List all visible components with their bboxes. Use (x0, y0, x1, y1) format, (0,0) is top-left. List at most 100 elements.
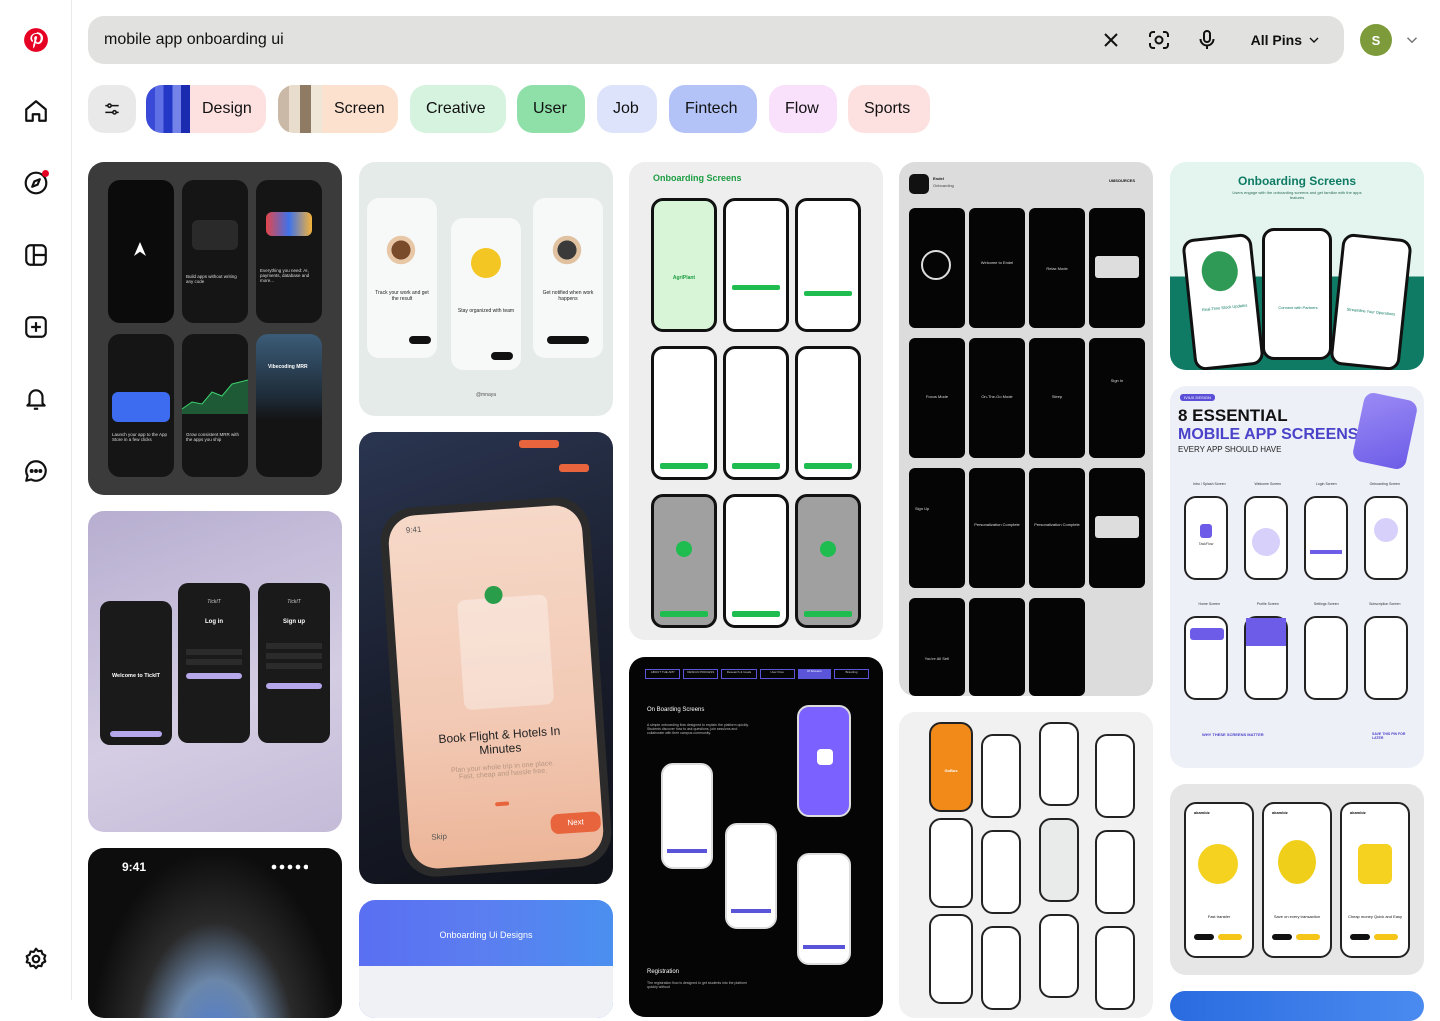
pin-phone-mock: 9:41 Book Flight & Hotels In Minutes Pla… (378, 495, 613, 879)
pin-text: UI8SOURCES (1109, 178, 1136, 183)
pin-text: AgriPlant (672, 275, 696, 281)
account-menu-chevron-icon[interactable] (1400, 28, 1424, 52)
pin-card[interactable]: GoBus (899, 712, 1153, 1018)
settings-icon[interactable] (12, 935, 60, 983)
pin-card[interactable]: Welcome to TickIT TickIT Log in TickIT S… (88, 511, 342, 832)
pin-text: TickIT (287, 599, 301, 605)
pin-text: Connect with Partners (1278, 305, 1318, 310)
pin-card[interactable]: Onboarding Ui Designs (359, 900, 613, 1018)
pin-text: Onboarding Screens (1237, 174, 1357, 188)
pin-text: EVERY APP SHOULD HAVE (1178, 445, 1282, 454)
pin-phone-mock (1184, 616, 1228, 700)
pin-text: UI Screens (797, 669, 831, 679)
chip-label: Sports (864, 100, 911, 117)
pin-text: Everything you need: AI, payments, datab… (260, 268, 310, 283)
pin-phone-mock: Relax Mode (1029, 208, 1085, 328)
pin-card[interactable]: 9:41 (88, 848, 342, 1018)
search-input[interactable] (88, 16, 1048, 64)
pin-type-dropdown[interactable]: All Pins (1231, 16, 1344, 64)
clear-search-icon[interactable] (1087, 16, 1135, 64)
explore-icon[interactable] (12, 159, 60, 207)
chip-label: Fintech (685, 100, 738, 117)
pin-phone-mock: TaskFlow (1184, 496, 1228, 580)
notifications-icon[interactable] (12, 375, 60, 423)
pin-phone-mock: Connect with Partners (1262, 228, 1332, 360)
pin-phone-mock (1095, 830, 1135, 914)
pin-phone-mock (651, 494, 717, 628)
pin-phone-mock (723, 494, 789, 628)
chip-design[interactable]: Design (146, 85, 266, 133)
pin-text: Focus Mode (925, 394, 948, 399)
chip-job[interactable]: Job (597, 85, 657, 133)
pin-phone-mock: Stay organized with team (451, 218, 521, 370)
pin-phone-mock: Launch your app to the App Store in a fe… (108, 334, 174, 477)
create-icon[interactable] (12, 303, 60, 351)
pin-text: DESIGN PROCESS (683, 669, 719, 679)
pin-card[interactable]: Endel Onboarding UI8SOURCES Welcome to E… (899, 162, 1153, 696)
pinterest-logo-icon[interactable] (12, 16, 60, 64)
pin-type-label: All Pins (1250, 32, 1302, 48)
pin-phone-mock (1095, 926, 1135, 1010)
pin-phone-mock: Get notified when work happens (533, 198, 603, 358)
chevron-down-icon (1309, 37, 1319, 43)
pin-text: Stay organized with team (457, 308, 515, 314)
pin-text: Users engage with the onboarding screens… (1232, 190, 1362, 200)
pin-phone-mock (723, 346, 789, 480)
chip-creative[interactable]: Creative (410, 85, 506, 133)
chip-label: Job (613, 100, 639, 117)
pin-phone-mock: Build apps without writing any code (182, 180, 248, 323)
pin-phone-mock: Personalization Complete (969, 468, 1025, 588)
pin-phone-mock (797, 853, 851, 965)
chip-sports[interactable]: Sports (848, 85, 930, 133)
pin-card[interactable]: Build apps without writing any code Ever… (88, 162, 342, 495)
sliders-icon (105, 103, 119, 115)
pin-text: 9:41 (122, 860, 147, 874)
boards-icon[interactable] (12, 231, 60, 279)
pin-text: Grow consistent MRR with the apps you sh… (186, 432, 240, 442)
filter-settings-button[interactable] (88, 85, 136, 133)
pin-card[interactable]: IVIUX DESIGN 8 ESSENTIAL MOBILE APP SCRE… (1170, 386, 1424, 768)
pin-phone-mock (795, 346, 861, 480)
pin-text: akambiz (1272, 810, 1288, 815)
pin-text: akambiz (1350, 810, 1366, 815)
pin-text: 9:41 (405, 524, 422, 535)
pin-text: Endel (933, 176, 944, 181)
pin-phone-mock: Focus Mode (909, 338, 965, 458)
pin-card[interactable]: Onboarding Screens AgriPlant (629, 162, 883, 640)
pin-text: 8 ESSENTIAL (1178, 406, 1288, 425)
pin-text: Welcome to TickIT (111, 673, 161, 679)
pin-card[interactable]: ABOUT THE APP DESIGN PROCESS Research & … (629, 657, 883, 1017)
pin-phone-mock: Sign Up (909, 468, 965, 588)
sidebar (0, 0, 72, 1000)
messages-icon[interactable] (12, 447, 60, 495)
pin-card[interactable]: Onboarding Screens Users engage with the… (1170, 162, 1424, 370)
avatar[interactable]: S (1360, 24, 1392, 56)
pin-text: Sign In (1110, 378, 1124, 383)
chip-label: Creative (426, 100, 486, 117)
pin-phone-mock (1039, 818, 1079, 902)
pin-phone-mock (1364, 616, 1408, 700)
pin-card[interactable]: Track your work and get the result Stay … (359, 162, 613, 416)
chip-user[interactable]: User (517, 85, 585, 133)
chip-fintech[interactable]: Fintech (669, 85, 757, 133)
pin-text: Onboarding Ui Designs (439, 930, 533, 940)
chip-screen[interactable]: Screen (278, 85, 398, 133)
pin-text: Streamline Your Operations (1346, 306, 1396, 317)
pin-text: On-The-Go Mode (981, 394, 1013, 399)
pin-card[interactable]: 9:41 Book Flight & Hotels In Minutes Pla… (359, 432, 613, 884)
pin-text: WHY THESE SCREENS MATTER (1202, 732, 1264, 737)
pin-card[interactable] (1170, 991, 1424, 1021)
pin-text: Login Screen (1315, 482, 1337, 486)
chip-flow[interactable]: Flow (769, 85, 837, 133)
microphone-icon[interactable] (1183, 16, 1231, 64)
visual-search-icon[interactable] (1135, 16, 1183, 64)
pin-text: Vibecoding MRR (268, 364, 308, 370)
pin-phone-mock: akambiz Cheap money Quick and Easy (1340, 802, 1410, 958)
pin-text: Save on every transaction (1273, 914, 1321, 919)
pin-text: Log in (205, 619, 223, 625)
pin-card[interactable]: akambiz Fast transfer akambiz Save on ev… (1170, 784, 1424, 975)
pin-text: Get notified when work happens (542, 290, 594, 302)
home-icon[interactable] (12, 87, 60, 135)
pin-text: SAVE THIS PIN FOR LATER (1372, 732, 1406, 740)
pin-phone-mock (1039, 914, 1079, 998)
